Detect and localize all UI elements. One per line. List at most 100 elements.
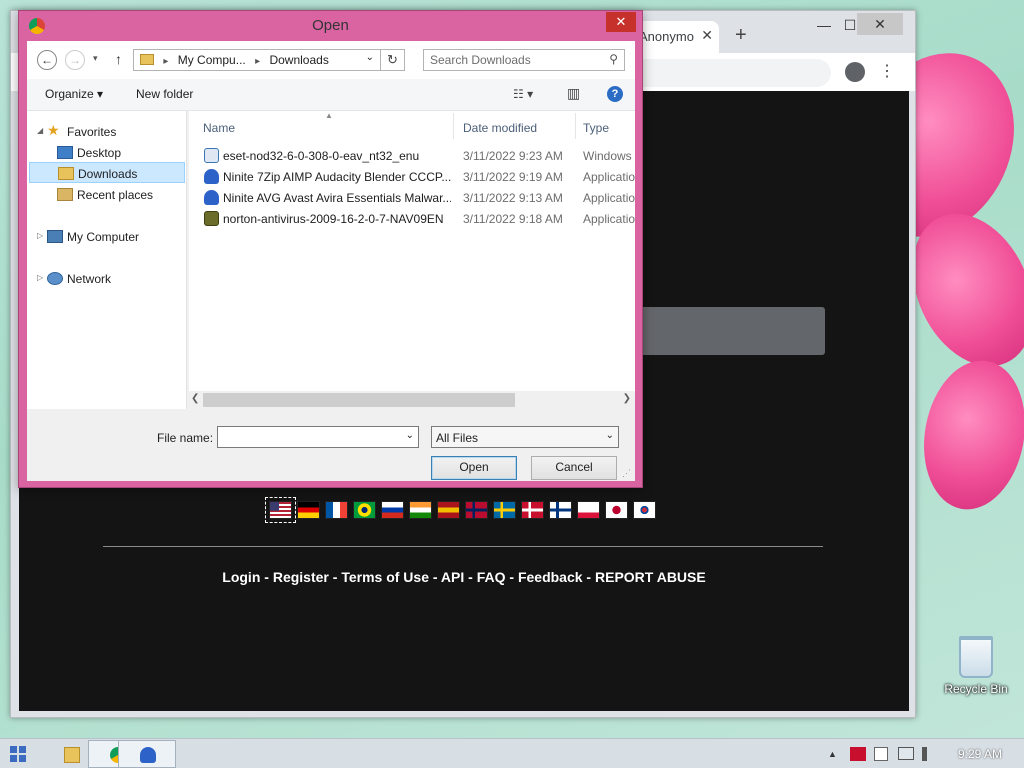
new-folder-button[interactable]: New folder bbox=[136, 87, 193, 101]
help-icon[interactable]: ? bbox=[607, 86, 623, 102]
show-hidden-icons-button[interactable]: ▲ bbox=[828, 749, 837, 759]
flag-icon[interactable] bbox=[874, 747, 888, 761]
file-row[interactable]: eset-nod32-6-0-308-0-eav_nt32_enu 3/11/2… bbox=[189, 145, 635, 166]
browser-close-button[interactable]: ✕ bbox=[857, 13, 903, 35]
flag-br-icon[interactable] bbox=[353, 501, 376, 519]
recycle-bin[interactable]: Recycle Bin bbox=[940, 636, 1012, 696]
file-row[interactable]: Ninite 7Zip AIMP Audacity Blender CCCP..… bbox=[189, 166, 635, 187]
footer-link-terms-of-use[interactable]: Terms of Use bbox=[341, 569, 429, 585]
taskbar-ninite[interactable] bbox=[118, 740, 176, 768]
file-type-select[interactable]: All Files ⌄ bbox=[431, 426, 619, 448]
file-row[interactable]: norton-antivirus-2009-16-2-0-7-NAV09EN 3… bbox=[189, 208, 635, 229]
column-divider[interactable] bbox=[453, 113, 454, 139]
navigation-bar: ← → ▾ ↑ ▸ My Compu... ▸ Downloads ⌄ ↻ ⚲ bbox=[27, 41, 635, 79]
file-date: 3/11/2022 9:18 AM bbox=[463, 212, 563, 226]
folder-icon bbox=[64, 747, 80, 763]
expand-arrow-icon[interactable]: ▷ bbox=[37, 231, 43, 240]
wallpaper-petal bbox=[912, 352, 1024, 518]
recent-locations-dropdown[interactable]: ▾ bbox=[93, 53, 98, 64]
footer-link-report-abuse[interactable]: REPORT ABUSE bbox=[595, 569, 706, 585]
minimize-button[interactable]: — bbox=[811, 17, 837, 33]
address-breadcrumb[interactable]: ▸ My Compu... ▸ Downloads ⌄ bbox=[133, 49, 381, 71]
flag-jp-icon[interactable] bbox=[605, 501, 628, 519]
footer-link-faq[interactable]: FAQ bbox=[477, 569, 506, 585]
flag-dk-icon[interactable] bbox=[521, 501, 544, 519]
tree-item-my-computer[interactable]: ▷ My Computer bbox=[27, 226, 185, 247]
tree-item-network[interactable]: ▷ Network bbox=[27, 268, 185, 289]
recent-places-icon bbox=[57, 188, 73, 201]
footer-separator: - bbox=[260, 569, 273, 585]
tree-item-favorites[interactable]: ◢ ★ Favorites bbox=[27, 121, 185, 142]
column-divider[interactable] bbox=[575, 113, 576, 139]
footer-link-api[interactable]: API bbox=[441, 569, 464, 585]
start-button[interactable] bbox=[10, 746, 26, 762]
expand-arrow-icon[interactable]: ◢ bbox=[37, 126, 43, 135]
file-name-input[interactable] bbox=[218, 427, 398, 447]
up-button[interactable]: ↑ bbox=[115, 51, 122, 67]
scroll-left-icon[interactable]: ❮ bbox=[191, 393, 199, 404]
tree-item-downloads[interactable]: Downloads bbox=[29, 162, 185, 183]
flag-kr-icon[interactable] bbox=[633, 501, 656, 519]
scrollbar-thumb[interactable] bbox=[203, 393, 515, 407]
breadcrumb-separator: ▸ bbox=[255, 56, 261, 67]
breadcrumb-my-computer[interactable]: My Compu... bbox=[178, 53, 246, 67]
footer-link-login[interactable]: Login bbox=[222, 569, 260, 585]
ninite-icon bbox=[204, 190, 219, 205]
flag-in-icon[interactable] bbox=[409, 501, 432, 519]
flag-fr-icon[interactable] bbox=[325, 501, 348, 519]
tree-item-desktop[interactable]: Desktop bbox=[27, 142, 185, 163]
flag-en-icon[interactable] bbox=[265, 497, 296, 523]
expand-arrow-icon[interactable]: ▷ bbox=[37, 273, 43, 282]
change-view-icon[interactable]: ☷ ▾ bbox=[513, 87, 533, 101]
new-tab-button[interactable]: + bbox=[735, 25, 747, 45]
dialog-close-button[interactable]: ✕ bbox=[606, 12, 636, 32]
volume-icon[interactable] bbox=[922, 747, 936, 761]
back-button[interactable]: ← bbox=[37, 50, 57, 70]
footer-separator: - bbox=[328, 569, 342, 585]
tree-item-recent-places[interactable]: Recent places bbox=[27, 184, 185, 205]
flag-de-icon[interactable] bbox=[297, 501, 320, 519]
footer-link-feedback[interactable]: Feedback bbox=[518, 569, 583, 585]
scroll-right-icon[interactable]: ❯ bbox=[623, 393, 631, 404]
file-type: Applicatio bbox=[583, 191, 635, 205]
flag-fi-icon[interactable] bbox=[549, 501, 572, 519]
dialog-title: Open bbox=[312, 17, 349, 34]
downloads-folder-icon bbox=[140, 54, 154, 65]
flag-pl-icon[interactable] bbox=[577, 501, 600, 519]
column-header-name[interactable]: Name bbox=[203, 121, 235, 135]
file-type: Windows bbox=[583, 149, 632, 163]
flag-se-icon[interactable] bbox=[493, 501, 516, 519]
chevron-down-icon[interactable]: ⌄ bbox=[406, 430, 414, 441]
flag-es-icon[interactable] bbox=[437, 501, 460, 519]
search-input[interactable] bbox=[424, 50, 594, 70]
address-bar[interactable] bbox=[617, 59, 831, 87]
preview-pane-icon[interactable]: ▥ bbox=[567, 85, 580, 102]
clock[interactable]: 9:29 AM bbox=[958, 747, 1002, 761]
refresh-button[interactable]: ↻ bbox=[381, 49, 405, 71]
resize-grip-icon[interactable]: ⋰ bbox=[622, 468, 631, 479]
shield-icon[interactable] bbox=[850, 747, 866, 761]
organize-button[interactable]: Organize ▾ bbox=[45, 87, 103, 101]
column-header-type[interactable]: Type bbox=[583, 121, 609, 135]
file-date: 3/11/2022 9:23 AM bbox=[463, 149, 563, 163]
forward-button[interactable]: → bbox=[65, 50, 85, 70]
cancel-button[interactable]: Cancel bbox=[531, 456, 617, 480]
flag-ru-icon[interactable] bbox=[381, 501, 404, 519]
network-icon[interactable] bbox=[898, 747, 914, 760]
flag-no-icon[interactable] bbox=[465, 501, 488, 519]
search-icon[interactable]: ⚲ bbox=[609, 52, 618, 66]
file-name: norton-antivirus-2009-16-2-0-7-NAV09EN bbox=[223, 212, 444, 226]
installer-icon bbox=[204, 148, 219, 163]
footer-links: Login - Register - Terms of Use - API - … bbox=[19, 569, 909, 585]
chevron-down-icon[interactable]: ⌄ bbox=[366, 52, 374, 63]
breadcrumb-downloads[interactable]: Downloads bbox=[269, 53, 328, 67]
column-header-date-modified[interactable]: Date modified bbox=[463, 121, 537, 135]
horizontal-scrollbar[interactable]: ❮ ❯ bbox=[189, 391, 635, 409]
file-row[interactable]: Ninite AVG Avast Avira Essentials Malwar… bbox=[189, 187, 635, 208]
upload-button[interactable] bbox=[619, 307, 825, 355]
tab-close-icon[interactable]: ✕ bbox=[701, 27, 713, 44]
profile-icon[interactable] bbox=[845, 62, 865, 82]
footer-link-register[interactable]: Register bbox=[273, 569, 329, 585]
open-button[interactable]: Open bbox=[431, 456, 517, 480]
menu-icon[interactable]: ⋮ bbox=[879, 61, 895, 81]
